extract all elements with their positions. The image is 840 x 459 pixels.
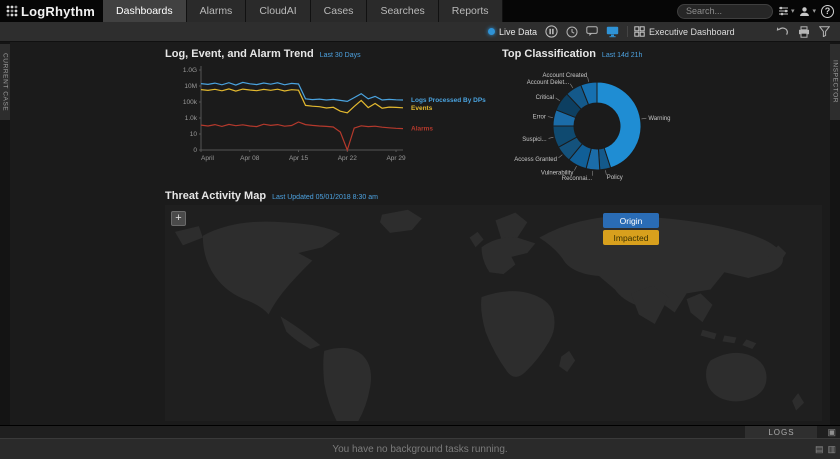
search-input[interactable] [677,4,773,19]
time-range-button[interactable] [566,26,578,38]
threat-map-range: Last Updated 05/01/2018 8:30 am [272,194,378,201]
chevron-down-icon: ▾ [791,7,795,15]
svg-text:Warning: Warning [648,116,670,122]
svg-text:10: 10 [190,131,198,138]
tasks-panel-icon[interactable]: ▤ [815,445,824,454]
top-bar: LogRhythm Dashboards Alarms CloudAI Case… [0,0,840,22]
legend-origin-button[interactable]: Origin [603,213,659,228]
svg-text:Account Created: Account Created [543,73,588,79]
map-legend: Origin Impacted [603,213,659,245]
sliders-icon [778,6,789,16]
map-zoom-in-button[interactable]: + [171,211,186,226]
help-button[interactable]: ? [821,5,834,18]
chevron-down-icon: ▾ [812,7,816,15]
trend-widget-title: Log, Event, and Alarm Trend [165,48,314,60]
app-logo: LogRhythm [0,0,103,22]
user-menu-button[interactable]: ▾ [799,6,816,17]
svg-text:1.0G: 1.0G [183,67,197,74]
tab-cases[interactable]: Cases [311,0,368,22]
inspector-panel-tab[interactable]: INSPECTOR [830,44,840,120]
undo-icon [776,26,789,37]
svg-text:Access Granted: Access Granted [514,157,557,163]
topbar-right-controls: ▾ ▾ ? [677,0,840,22]
print-icon [798,26,810,38]
clock-icon [566,26,578,38]
right-rail: INSPECTOR [830,42,840,425]
svg-text:Error: Error [533,114,546,120]
app-title: LogRhythm [21,4,95,19]
toolbar-center-group: Live Data [488,25,735,38]
svg-text:10M: 10M [184,83,197,90]
filter-funnel-icon [819,26,830,37]
left-rail: CURRENT CASE [0,42,10,425]
status-bar: You have no background tasks running. ▤ … [0,438,840,459]
tab-cloudai[interactable]: CloudAI [246,0,310,22]
trend-widget: Log, Event, and Alarm Trend Last 30 Days… [165,48,500,177]
main-nav-tabs: Dashboards Alarms CloudAI Cases Searches… [103,0,503,22]
svg-text:Apr 08: Apr 08 [240,155,260,162]
dashboard-selector-label: Executive Dashboard [649,27,735,37]
svg-text:Vulnerability: Vulnerability [541,170,573,176]
live-data-indicator: Live Data [488,27,537,37]
svg-text:1.0k: 1.0k [185,115,198,122]
toolbar-right-group [776,26,840,38]
threat-map-widget: Threat Activity Map Last Updated 05/01/2… [165,190,822,421]
legend-impacted-button[interactable]: Impacted [603,230,659,245]
tab-alarms[interactable]: Alarms [187,0,247,22]
undo-button[interactable] [776,26,789,37]
dashboard-toolbar: Live Data [0,22,840,42]
world-map[interactable] [165,205,822,421]
filter-menu-button[interactable]: ▾ [778,6,795,16]
svg-text:Policy: Policy [607,175,623,181]
logrhythm-dots-icon [6,5,18,17]
svg-text:Reconnai...: Reconnai... [562,176,593,182]
user-icon [799,6,810,17]
topbar-spacer [503,0,677,22]
chat-icon [586,26,598,37]
svg-text:Suspici...: Suspici... [522,137,547,143]
dashboard-selector[interactable]: Executive Dashboard [627,26,735,37]
tab-reports[interactable]: Reports [439,0,503,22]
notes-button[interactable] [586,26,598,37]
trend-widget-range: Last 30 Days [320,52,361,59]
svg-text:Apr 29: Apr 29 [386,155,406,162]
logs-bar: LOGS ▣ [0,425,840,438]
tab-searches[interactable]: Searches [367,0,438,22]
current-case-panel-tab[interactable]: CURRENT CASE [0,44,10,120]
pause-button[interactable] [545,25,558,38]
dashboard-content: Log, Event, and Alarm Trend Last 30 Days… [10,42,830,425]
svg-text:Apr 15: Apr 15 [289,155,309,162]
trend-chart[interactable]: 1.0G 10M 100k 1.0k 10 0 April Apr 08 Apr 15 Apr 2… [165,60,495,172]
threat-map-title: Threat Activity Map [165,190,266,202]
print-button[interactable] [798,26,810,38]
svg-text:Apr 22: Apr 22 [338,155,358,162]
classification-chart[interactable]: Warning Policy Reconnai...Vulnerability Acc… [502,60,692,190]
grid-icon [634,26,645,37]
status-bar-icons: ▤ ▥ [815,445,836,454]
svg-text:Alarms: Alarms [411,126,433,133]
classification-widget-range: Last 14d 21h [602,52,642,59]
svg-text:Events: Events [411,105,433,112]
monitor-icon [606,26,619,38]
logs-tab[interactable]: LOGS [745,426,817,438]
svg-text:0: 0 [193,147,197,154]
filter-button[interactable] [819,26,830,37]
threat-map-area[interactable]: + Origin Impacted [165,205,822,421]
svg-text:100k: 100k [183,99,198,106]
svg-text:Account Delet...: Account Delet... [527,80,570,86]
svg-text:Critical: Critical [536,95,554,101]
layout-panel-icon[interactable]: ▥ [827,445,836,454]
pause-icon [545,25,558,38]
live-dot-icon [488,28,495,35]
classification-widget: Top Classification Last 14d 21h Warning P… [502,48,692,195]
status-message: You have no background tasks running. [332,444,507,455]
classification-widget-title: Top Classification [502,48,596,60]
live-data-label: Live Data [499,27,537,37]
expand-panel-icon[interactable]: ▣ [827,428,836,437]
main-area: CURRENT CASE INSPECTOR Log, Event, and A… [0,42,840,425]
display-mode-button[interactable] [606,26,619,38]
svg-text:April: April [201,155,215,162]
svg-text:Logs Processed By DPs: Logs Processed By DPs [411,97,486,104]
tab-dashboards[interactable]: Dashboards [103,0,187,22]
